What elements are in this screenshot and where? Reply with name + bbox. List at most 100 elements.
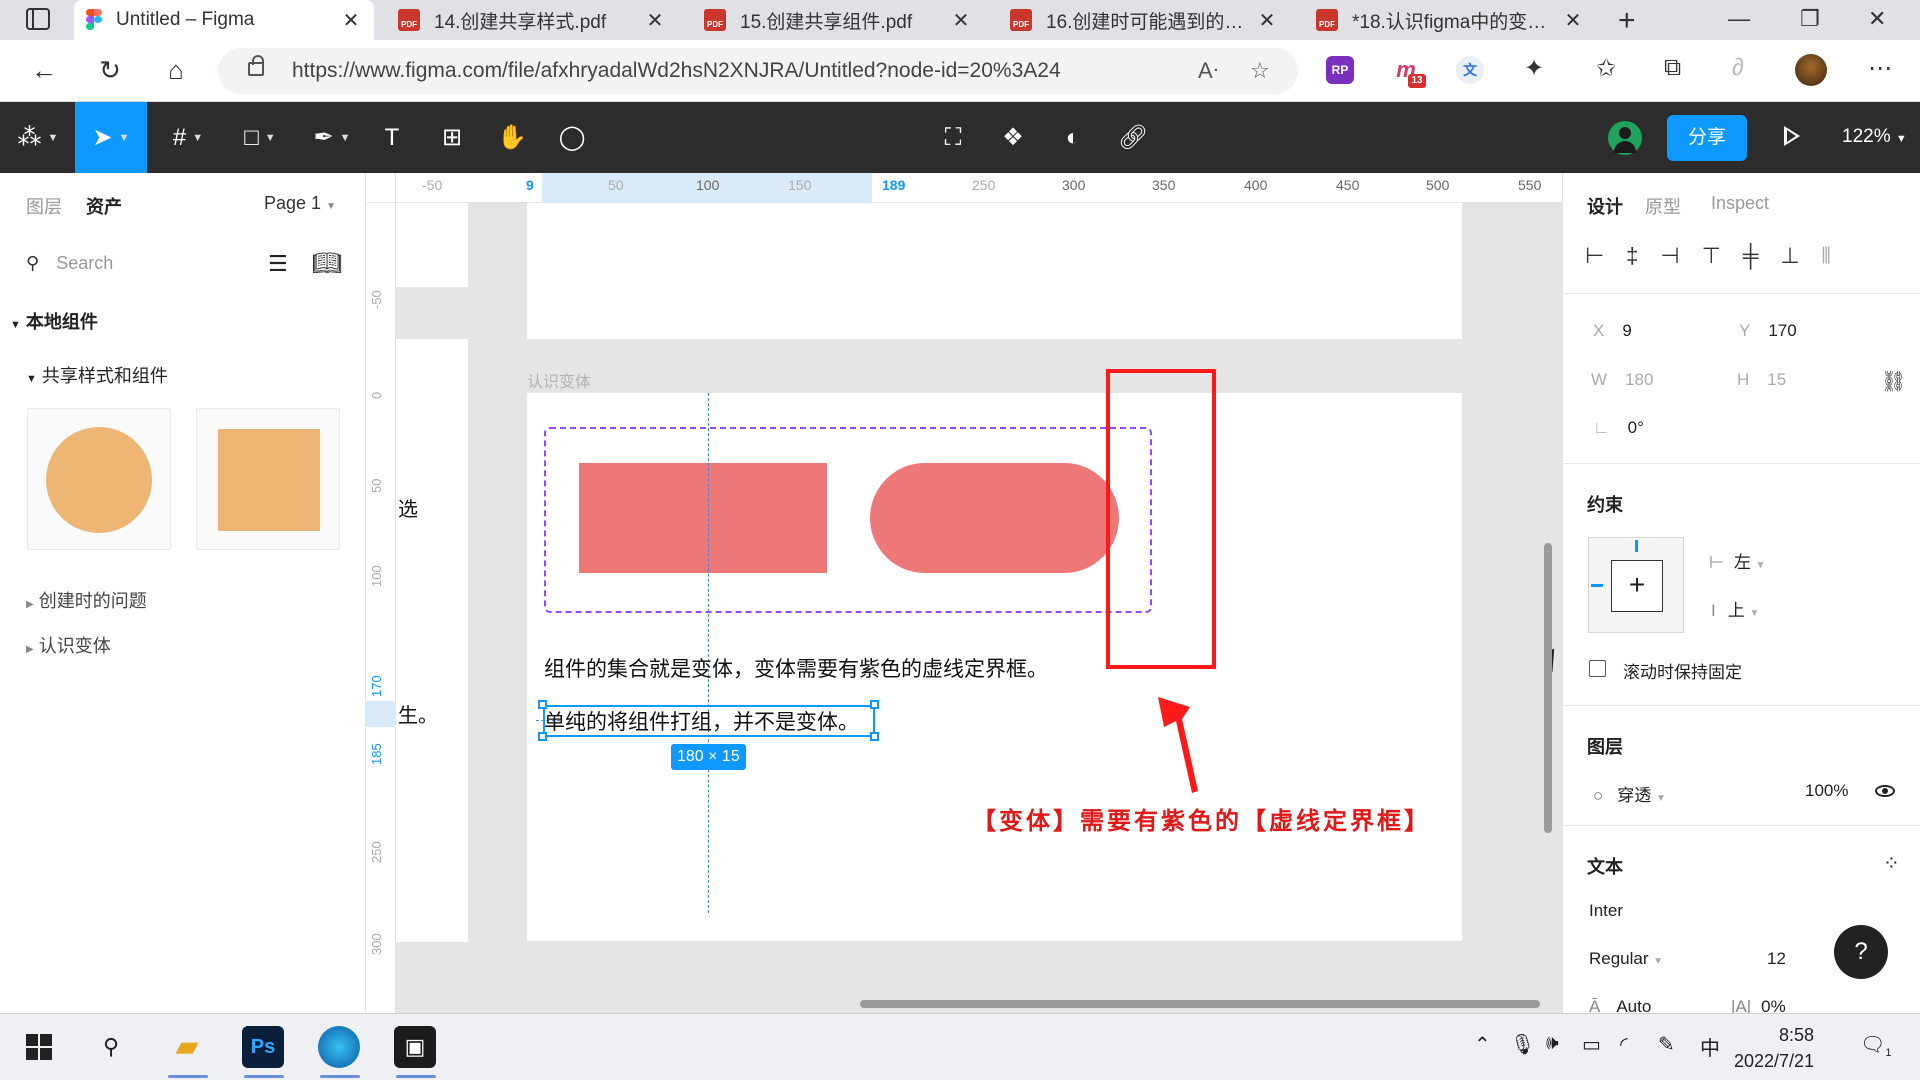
x-field[interactable]: X9 [1593, 321, 1632, 341]
windows-start-icon[interactable] [18, 1026, 60, 1068]
edge-browser-icon[interactable] [318, 1026, 360, 1068]
assets-search[interactable]: ⚲ Search [26, 253, 113, 274]
frame-tool-button[interactable]: # ▼ [158, 102, 218, 173]
notification-center-icon[interactable]: 🗨︎1 [1860, 1032, 1892, 1059]
blend-mode-dropdown[interactable]: ○ 穿透 ▼ [1593, 781, 1666, 806]
constraint-top-marker[interactable] [1635, 540, 1638, 552]
close-icon[interactable]: ✕ [644, 8, 666, 33]
fix-scroll-checkbox[interactable] [1589, 660, 1606, 677]
component-circle-thumb[interactable] [27, 408, 171, 550]
align-left-icon[interactable]: ⊢ [1585, 243, 1604, 273]
zoom-dropdown[interactable]: 122% ▼ [1842, 126, 1907, 148]
tab-pdf-14[interactable]: PDF 14.创建共享样式.pdf ✕ [386, 0, 678, 40]
vertical-scrollbar[interactable] [1544, 543, 1552, 833]
w-value[interactable]: 180 [1625, 370, 1653, 389]
shape-tool-button[interactable]: □ ▼ [230, 102, 290, 173]
partial-frame[interactable] [396, 339, 468, 942]
selection-box[interactable] [543, 705, 875, 737]
link-button[interactable]: 🔗︎ [1113, 102, 1153, 173]
extension-rp-icon[interactable]: RP [1326, 56, 1354, 84]
font-size-field[interactable]: 12 [1767, 949, 1786, 969]
font-weight-dropdown[interactable]: Regular ▼ [1589, 949, 1663, 969]
tab-pdf-18[interactable]: PDF *18.认识figma中的变体.pd ✕ [1304, 0, 1596, 40]
align-top-icon[interactable]: ⊤ [1702, 243, 1721, 273]
comment-tool-button[interactable]: ◯ [552, 102, 592, 173]
constraints-widget[interactable]: + [1588, 537, 1684, 633]
tray-chevron-up-icon[interactable]: ⌃ [1474, 1032, 1491, 1057]
partial-frame[interactable] [396, 203, 468, 287]
group-variants[interactable]: ▶ 认识变体 [26, 632, 111, 658]
resources-button[interactable]: ⊞ [432, 102, 472, 173]
photoshop-icon[interactable]: Ps [242, 1026, 284, 1068]
window-close-button[interactable]: ✕ [1868, 6, 1886, 32]
home-button[interactable]: ⌂ [160, 54, 192, 86]
tab-prototype[interactable]: 原型 [1645, 193, 1681, 219]
maximize-button[interactable]: ❐ [1800, 6, 1820, 32]
more-menu-icon[interactable]: ⋯ [1868, 54, 1892, 83]
volume-icon[interactable]: 🕪︎ [1546, 1032, 1559, 1055]
system-clock[interactable]: 8:58 2022/7/21 [1734, 1022, 1814, 1074]
search-input[interactable]: Search [56, 253, 113, 273]
rotation-value[interactable]: 0° [1628, 418, 1644, 437]
close-icon[interactable]: ✕ [1562, 8, 1584, 33]
pen-input-icon[interactable]: ✎ [1658, 1032, 1675, 1057]
move-tool-button[interactable]: ➤ ▼ [75, 102, 147, 173]
variant-pill[interactable] [870, 463, 1119, 573]
tab-pdf-16[interactable]: PDF 16.创建时可能遇到的问题 ✕ [998, 0, 1290, 40]
group-creation-issues[interactable]: ▶ 创建时的问题 [26, 587, 147, 613]
list-view-icon[interactable]: ☰ [268, 251, 288, 277]
group-shared-styles[interactable]: ▼ 共享样式和组件 [26, 362, 168, 388]
frame-upper[interactable] [527, 203, 1462, 339]
main-menu-button[interactable]: ⁂ ▼ [8, 102, 68, 173]
new-tab-button[interactable]: + [1618, 4, 1636, 38]
battery-icon[interactable]: ▭ [1582, 1032, 1601, 1057]
resize-handle-br[interactable] [870, 732, 879, 741]
text-styles-icon[interactable]: ⁘ [1883, 851, 1900, 876]
microphone-icon[interactable]: 🎙︎ [1510, 1032, 1535, 1057]
tab-layers[interactable]: 图层 [26, 193, 62, 219]
variant-rectangle[interactable] [579, 463, 827, 573]
wifi-icon[interactable]: ◜ [1620, 1032, 1628, 1057]
tab-assets[interactable]: 资产 [86, 193, 122, 219]
x-value[interactable]: 9 [1622, 321, 1631, 340]
frame-label[interactable]: 认识变体 [527, 368, 591, 392]
text-tool-button[interactable]: T [372, 102, 412, 173]
team-library-icon[interactable]: 📖︎ [312, 249, 342, 278]
help-button[interactable]: ? [1834, 925, 1888, 979]
page-selector[interactable]: Page 1 ▼ [264, 193, 336, 214]
favorites-icon[interactable]: ✩ [1596, 54, 1616, 83]
align-bottom-icon[interactable]: ⊥ [1780, 243, 1799, 273]
hand-tool-button[interactable]: ✋ [492, 102, 532, 173]
tab-figma[interactable]: Untitled – Figma ✕ [74, 0, 374, 40]
present-play-icon[interactable] [1784, 126, 1800, 146]
align-center-h-icon[interactable]: ‡ [1626, 243, 1638, 273]
url-field[interactable]: https://www.figma.com/file/afxhryadalWd2… [218, 48, 1298, 94]
constraint-left-marker[interactable] [1591, 584, 1603, 587]
tab-inspect[interactable]: Inspect [1711, 193, 1769, 214]
resize-handle-tr[interactable] [870, 700, 879, 709]
user-avatar[interactable] [1608, 121, 1642, 155]
close-icon[interactable]: ✕ [1256, 8, 1278, 33]
auto-layout-button[interactable]: ⛶ [933, 102, 973, 173]
search-icon[interactable]: ⚲ [90, 1026, 132, 1068]
tab-actions-icon[interactable] [26, 8, 50, 30]
resize-handle-tl[interactable] [538, 700, 547, 709]
extensions-icon[interactable]: ✦ [1524, 54, 1544, 83]
horizontal-scrollbar[interactable] [860, 1000, 1540, 1008]
y-field[interactable]: Y 170 [1739, 321, 1797, 341]
close-icon[interactable]: ✕ [950, 8, 972, 33]
mask-button[interactable]: ◐ [1053, 102, 1093, 173]
constrain-proportions-icon[interactable]: ⛓ [1881, 369, 1906, 394]
add-favorite-icon[interactable]: ☆ [1250, 58, 1270, 84]
align-middle-v-icon[interactable]: ╪ [1743, 243, 1759, 273]
eye-icon[interactable] [1875, 785, 1895, 797]
text-variant-definition[interactable]: 组件的集合就是变体，变体需要有紫色的虚线定界框。 [544, 653, 1048, 683]
profile-avatar[interactable] [1795, 54, 1827, 86]
read-aloud-icon[interactable]: Aᐧ [1198, 58, 1218, 84]
resize-handle-bl[interactable] [538, 732, 547, 741]
align-right-icon[interactable]: ⊣ [1660, 243, 1679, 273]
share-button[interactable]: 分享 [1667, 115, 1747, 161]
font-family-dropdown[interactable]: Inter [1589, 901, 1623, 921]
pen-tool-button[interactable]: ✒ ▼ [302, 102, 362, 173]
create-component-button[interactable]: ❖ [993, 102, 1033, 173]
